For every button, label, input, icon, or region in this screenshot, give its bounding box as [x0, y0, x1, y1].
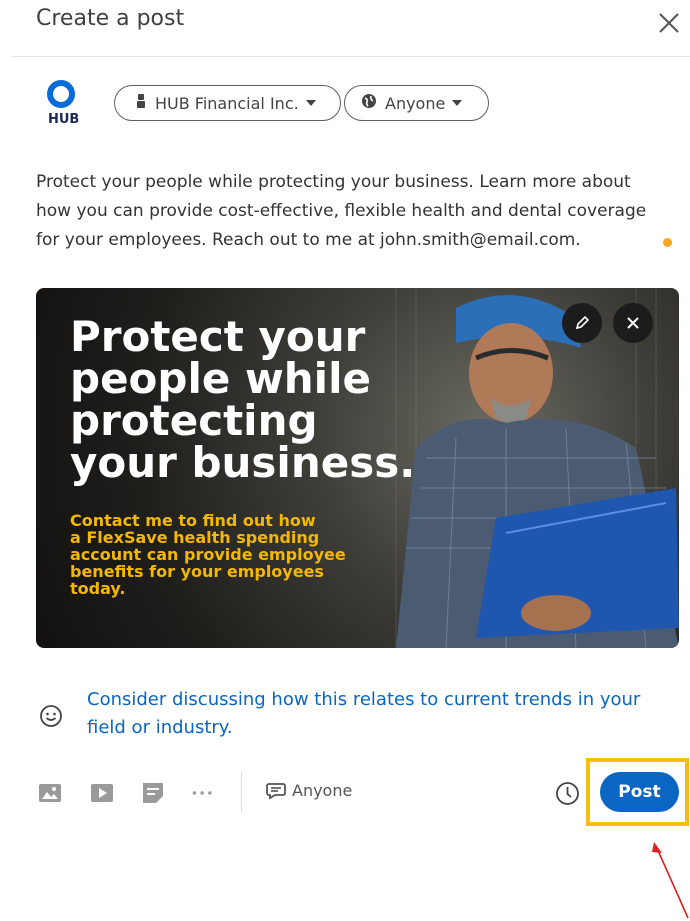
post-text-editor[interactable]: Protect your people while protecting you…: [36, 168, 686, 255]
company-selector[interactable]: HUB Financial Inc.: [114, 85, 341, 121]
post-text-line: Protect your people while protecting you…: [36, 172, 631, 192]
globe-icon: [361, 93, 377, 113]
close-icon[interactable]: [652, 6, 686, 40]
more-icon[interactable]: [191, 782, 215, 804]
dialog-title: Create a post: [36, 6, 185, 31]
document-icon[interactable]: [141, 782, 165, 804]
media-headline: Protect your people while protecting you…: [70, 312, 416, 487]
company-selector-label: HUB Financial Inc.: [155, 93, 299, 113]
logo-text: HUB: [48, 112, 80, 127]
comment-settings-label: Anyone: [292, 781, 353, 800]
annotation-arrow: [652, 842, 689, 919]
media-headline-line: people while: [70, 354, 371, 403]
grammar-indicator-icon[interactable]: [663, 238, 672, 247]
media-subline-line: account can provide employee: [70, 545, 346, 564]
dialog-header: Create a post: [0, 0, 690, 56]
media-subline-line: a FlexSave health spending: [70, 528, 320, 547]
image-icon[interactable]: [38, 782, 62, 804]
video-icon[interactable]: [90, 782, 114, 804]
pencil-icon: [575, 315, 590, 330]
clock-icon[interactable]: [555, 781, 580, 806]
building-icon: [135, 93, 147, 113]
toolbar-divider: [241, 772, 242, 812]
media-subline-line: benefits for your employees: [70, 562, 324, 581]
media-headline-line: Protect your: [70, 312, 366, 361]
media-subline: Contact me to find out how a FlexSave he…: [70, 512, 400, 597]
suggestion-line: Consider discussing how this relates to …: [87, 689, 641, 710]
post-text-line: how you can provide cost-effective, flex…: [36, 201, 647, 221]
suggestion-text: Consider discussing how this relates to …: [87, 686, 677, 742]
post-text-line: for your employees. Reach out to me at j…: [36, 230, 581, 250]
media-headline-line: your business.: [70, 438, 416, 487]
company-logo: HUB: [42, 78, 92, 130]
media-subline-line: Contact me to find out how: [70, 511, 316, 530]
comment-icon: [266, 782, 286, 800]
edit-image-button[interactable]: [562, 303, 602, 343]
header-divider: [12, 56, 690, 57]
remove-image-button[interactable]: [613, 303, 653, 343]
close-icon: [627, 317, 639, 329]
audience-selector-label: Anyone: [385, 93, 446, 113]
suggestion-line: field or industry.: [87, 717, 233, 738]
chevron-down-icon: [305, 100, 316, 106]
audience-selector[interactable]: Anyone: [344, 85, 489, 121]
chevron-down-icon: [452, 100, 463, 106]
post-button[interactable]: Post: [600, 772, 679, 812]
smiley-icon: [40, 705, 62, 727]
attached-image: Protect your people while protecting you…: [36, 288, 679, 648]
comment-settings-button[interactable]: Anyone: [266, 781, 352, 800]
media-subline-line: today.: [70, 579, 126, 598]
media-headline-line: protecting: [70, 396, 318, 445]
